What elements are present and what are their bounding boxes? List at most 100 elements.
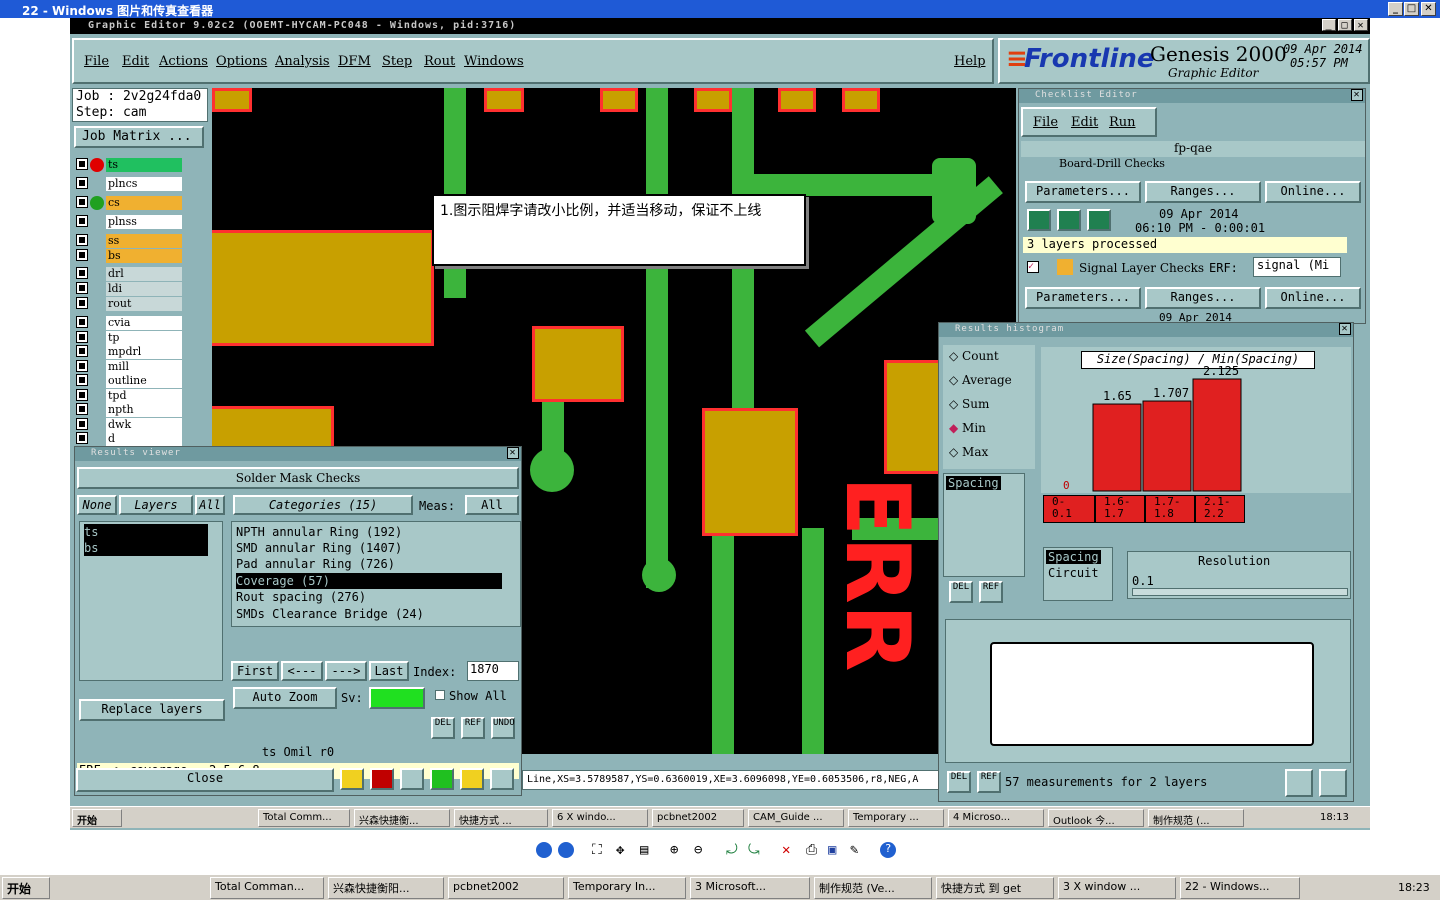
next-image-icon[interactable] [558,842,574,858]
actual-size-icon[interactable]: ✥ [616,842,624,858]
category-item-selected[interactable]: Coverage (57) [236,573,502,589]
secondary-item-spacing[interactable]: Spacing [1046,550,1101,564]
print-icon[interactable]: ⎙ [806,842,817,858]
run-action-icon[interactable] [1087,209,1111,231]
inner-task-item[interactable]: 6 X windo... [552,809,648,827]
outer-task-item[interactable]: 3 X window ... [1058,877,1176,899]
tool-icon[interactable] [430,768,454,790]
rotate-counterclockwise-icon[interactable]: ⤿ [748,842,760,858]
categories-header[interactable]: Categories (15) [233,495,413,515]
layer-row-bs[interactable]: bs [76,249,182,263]
report-icon[interactable] [1319,769,1347,797]
category-item-spacing[interactable]: Spacing [946,476,1001,490]
outer-task-item[interactable]: 制作规范 (Ve... [814,877,932,899]
menu-file[interactable]: File [84,54,109,69]
del-button[interactable]: DEL [949,581,973,603]
rv-undo-button[interactable]: UNDO [491,717,515,739]
ranges-button[interactable]: Ranges... [1145,181,1261,203]
layer-checkbox[interactable] [76,177,88,189]
meas-dropdown[interactable]: All [465,495,519,515]
minimize-button[interactable]: _ [1388,2,1403,16]
outer-task-item[interactable]: 22 - Windows... [1180,877,1300,899]
run-action-icon[interactable] [1027,209,1051,231]
app-maximize-button[interactable]: □ [1338,19,1352,31]
app-minimize-button[interactable]: _ [1322,19,1336,31]
first-button[interactable]: First [231,661,279,681]
mode-sum[interactable]: Sum [949,397,989,411]
tool-icon[interactable] [400,768,424,790]
layer-checkbox[interactable] [76,331,88,343]
save-icon[interactable]: ▣ [828,842,836,858]
layer-row-mill[interactable]: mill [76,360,182,374]
select-none-button[interactable]: None [77,495,117,515]
menu-edit[interactable]: Edit [122,54,149,69]
menu-analysis[interactable]: Analysis [275,54,330,69]
tool-icon[interactable] [370,768,394,790]
layer-row-d[interactable]: d [76,432,182,446]
del-button-2[interactable]: DEL [947,771,971,793]
inner-task-item[interactable]: pcbnet2002 [652,809,744,827]
maximize-button[interactable]: □ [1404,2,1419,16]
outer-start-button[interactable]: 开始 [2,877,50,899]
layer-checkbox[interactable] [76,316,88,328]
menu-step[interactable]: Step [382,54,412,69]
layer-row-tpd[interactable]: tpd [76,389,182,403]
outer-task-item[interactable]: 快捷方式 到 get [936,877,1054,899]
row2-checkbox[interactable]: ✓ [1027,261,1039,273]
outer-task-item[interactable]: 兴森快捷衡阳... [328,877,444,899]
inner-task-item[interactable]: Outlook 今... [1048,809,1144,827]
menu-options[interactable]: Options [216,54,267,69]
layer-checkbox[interactable] [76,249,88,261]
ref-button-2[interactable]: REF [977,771,1001,793]
result-layer-bs[interactable]: bs [84,540,208,556]
mode-average[interactable]: Average [949,373,1012,387]
layer-checkbox[interactable] [76,267,88,279]
rv-ref-button[interactable]: REF [461,717,485,739]
inner-task-item[interactable]: Total Comm... [258,809,350,827]
parameters-button[interactable]: Parameters... [1025,181,1141,203]
mode-min[interactable]: Min [949,421,986,435]
outer-task-item[interactable]: Total Comman... [210,877,324,899]
checklist-menu-run[interactable]: Run [1109,115,1136,130]
mode-max[interactable]: Max [949,445,988,459]
category-item[interactable]: SMDs Clearance Bridge (24) [236,606,424,622]
ref-button[interactable]: REF [979,581,1003,603]
inner-task-item[interactable]: 快捷方式 ... [454,809,548,827]
select-all-button[interactable]: All [195,495,225,515]
index-input[interactable]: 1870 [467,661,519,681]
menu-windows[interactable]: Windows [464,54,524,69]
online-button[interactable]: Online... [1265,181,1361,203]
layer-row-dwk[interactable]: dwk [76,418,182,432]
zoom-out-icon[interactable]: ⊖ [694,842,702,858]
last-button[interactable]: Last [369,661,409,681]
inner-task-item[interactable]: 制作规范 (... [1148,809,1244,827]
board-preview[interactable] [945,619,1351,763]
category-item[interactable]: Rout spacing (276) [236,589,366,605]
rv-del-button[interactable]: DEL [431,717,455,739]
app-close-button[interactable]: ✕ [1354,19,1368,31]
secondary-item-circuit[interactable]: Circuit [1048,566,1099,580]
layer-row-npth[interactable]: npth [76,403,182,417]
layer-row-rout[interactable]: rout [76,297,182,311]
menu-dfm[interactable]: DFM [338,54,371,69]
previous-image-icon[interactable] [536,842,552,858]
close-button[interactable]: ✕ [1421,2,1436,16]
menu-rout[interactable]: Rout [424,54,455,69]
delete-icon[interactable]: ✕ [782,842,790,858]
ranges-button-2[interactable]: Ranges... [1145,287,1261,309]
layer-checkbox[interactable] [76,234,88,246]
layer-checkbox[interactable] [76,374,88,386]
layer-row-plncs[interactable]: plncs [76,177,182,191]
replace-layers-dropdown[interactable]: Replace layers [79,699,225,721]
layer-row-ldi[interactable]: ldi [76,282,182,296]
parameters-button-2[interactable]: Parameters... [1025,287,1141,309]
zoom-in-icon[interactable]: ⊕ [670,842,678,858]
layer-checkbox[interactable] [76,345,88,357]
job-matrix-button[interactable]: Job Matrix ... [74,126,204,148]
rotate-clockwise-icon[interactable]: ⤾ [726,842,738,858]
layer-checkbox[interactable] [76,158,88,170]
auto-zoom-dropdown[interactable]: Auto Zoom [233,687,337,709]
results-viewer-close-icon[interactable]: ✕ [507,447,519,459]
layer-row-ts[interactable]: ts [76,158,182,172]
outer-task-item[interactable]: pcbnet2002 [448,877,564,899]
